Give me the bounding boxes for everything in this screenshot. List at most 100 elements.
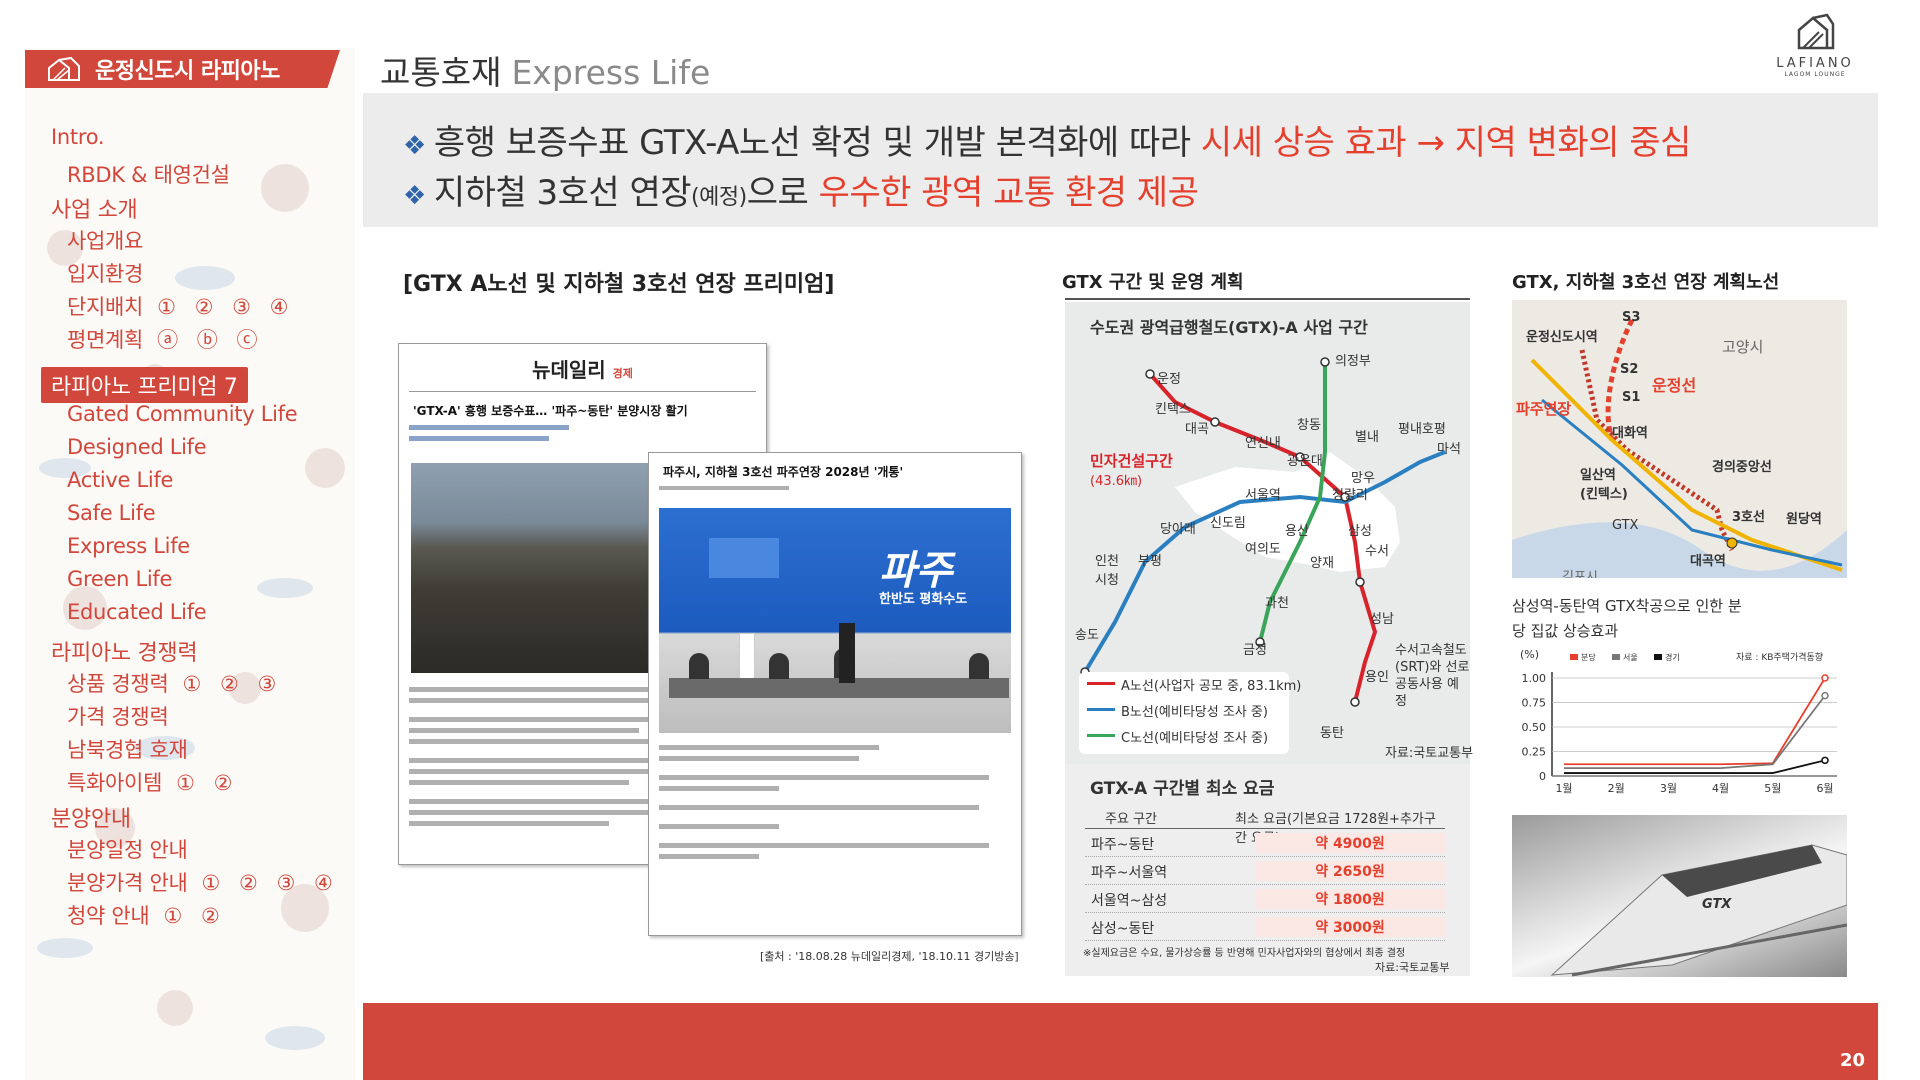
chart-point — [1821, 674, 1829, 682]
chart-y-tick-label: 0.50 — [1522, 721, 1547, 734]
nav-special-pages[interactable]: ① ② — [176, 771, 238, 795]
price-chart-svg: 1.00 0.75 0.50 0.25 0 1월 2월 3월 4월 5월 6월 분당 서울 경기 — [1522, 652, 1837, 795]
chart-point — [1821, 756, 1829, 765]
chart-legend-swatch — [1612, 654, 1620, 660]
nav-gated-community[interactable]: Gated Community Life — [67, 402, 298, 426]
brand-banner[interactable]: 운정신도시 라피아노 — [25, 50, 340, 88]
nav-designed-life[interactable]: Designed Life — [67, 435, 207, 459]
nav-site-plan[interactable]: 단지배치 ① ② ③ ④ — [67, 291, 294, 321]
headline-highlight-2: 우수한 광역 교통 환경 제공 — [818, 173, 1199, 213]
nav-business-intro[interactable]: 사업 소개 — [51, 192, 138, 224]
nav-price-competitiveness[interactable]: 가격 경쟁력 — [67, 701, 169, 731]
fare-table: GTX-A 구간별 최소 요금 주요 구간 최소 요금(기본요금 1728원+추… — [1065, 764, 1470, 976]
page-title-ko: 교통호재 — [380, 53, 502, 92]
route-plan-map[interactable]: 운정신도시역 S3 S2 S1 운정선 고양시 파주연장 대화역 일산역 (킨텍… — [1512, 300, 1847, 578]
nav-inter-korean[interactable]: 남북경협 호재 — [67, 734, 188, 764]
chart-point — [1821, 691, 1829, 700]
chart-legend-label: 분당 — [1581, 652, 1596, 662]
nav-subscription[interactable]: 청약 안내 ① ② — [67, 900, 226, 930]
train-illustration — [1550, 844, 1847, 977]
train-caption: GTX — [1702, 897, 1732, 912]
nav-sales-price-pages[interactable]: ① ② ③ ④ — [202, 871, 339, 895]
nav-special-items[interactable]: 특화아이템 ① ② — [67, 767, 238, 797]
chart-legend-swatch — [1654, 654, 1662, 660]
chart-legend-label: 서울 — [1623, 653, 1638, 662]
headline-banner: ❖ 흥행 보증수표 GTX-A노선 확정 및 개발 본격화에 따라 시세 상승 효… — [363, 93, 1878, 227]
logo-text: LAFIANO — [1776, 56, 1854, 71]
nav-express-life[interactable]: Express Life — [67, 534, 190, 558]
page-number: 20 — [1840, 1050, 1866, 1071]
chart-legend-label: 경기 — [1665, 652, 1680, 662]
nav-green-life[interactable]: Green Life — [67, 567, 172, 591]
slide-text: 한반도 평화수도 — [879, 592, 968, 607]
fare-row: 삼성~동탄 약 3000원 — [1085, 914, 1445, 941]
briefing-photo: 파주 한반도 평화수도 — [659, 508, 1011, 733]
headline-line-2: ❖ 지하철 3호선 연장(예정)으로 우수한 광역 교통 환경 제공 — [403, 173, 1199, 213]
chart-legend-swatch — [1570, 654, 1578, 660]
nav-subscription-pages[interactable]: ① ② — [163, 904, 225, 928]
legend-c-swatch — [1087, 734, 1115, 737]
nav-active-life[interactable]: Active Life — [67, 468, 173, 492]
legend-b-swatch — [1087, 708, 1115, 711]
chart-x-tick-label: 4월 — [1712, 782, 1729, 795]
fare-row: 서울역~삼성 약 1800원 — [1085, 886, 1445, 913]
newspaper-clipping-2[interactable]: 파주시, 지하철 3호선 파주연장 2028년 '개통' 파주 한반도 평화수도 — [648, 452, 1022, 936]
chart-y-tick-label: 1.00 — [1522, 672, 1547, 685]
nav-rbdk[interactable]: RBDK & 태영건설 — [67, 159, 230, 189]
newspaper-masthead: 뉴데일리 — [532, 358, 606, 382]
fare-title: GTX-A 구간별 최소 요금 — [1090, 779, 1275, 799]
nav-sales-price[interactable]: 분양가격 안내 ① ② ③ ④ — [67, 867, 339, 897]
chart-x-tick-label: 3월 — [1660, 782, 1677, 795]
gtx-train-photo: GTX — [1512, 815, 1847, 977]
headline-highlight-1: 시세 상승 효과 → 지역 변화의 중심 — [1200, 123, 1691, 163]
brand-name: 운정신도시 라피아노 — [95, 59, 280, 84]
page-title-en: Express Life — [511, 53, 711, 92]
nav-floor-plan-pages[interactable]: ⓐ ⓑ ⓒ — [157, 328, 263, 352]
logo-subtext: LAGOM LOUNGE — [1784, 71, 1846, 78]
arrow-bullet-icon: ❖ — [403, 181, 426, 211]
price-chart: 1.00 0.75 0.50 0.25 0 1월 2월 3월 4월 5월 6월 분당 서울 경기 (%) … — [1512, 648, 1847, 808]
nav-premium-7[interactable]: 라피아노 프리미엄 7 — [41, 367, 248, 403]
chart-x-tick-label: 6월 — [1816, 782, 1833, 795]
legend-b: B노선(예비타당성 조사 중) — [1121, 705, 1268, 720]
house-logo-icon — [48, 56, 80, 81]
nav-location[interactable]: 입지환경 — [67, 258, 143, 288]
nav-product-competitiveness[interactable]: 상품 경쟁력 ① ② ③ — [67, 668, 282, 698]
page-title: 교통호재 Express Life — [380, 46, 710, 94]
nav-intro[interactable]: Intro. — [51, 125, 105, 149]
nav-site-plan-pages[interactable]: ① ② ③ ④ — [157, 295, 294, 319]
nav-competitiveness[interactable]: 라피아노 경쟁력 — [51, 635, 198, 667]
sidebar: 운정신도시 라피아노 Intro. RBDK & 태영건설 사업 소개 사업개요… — [25, 48, 355, 1080]
private-section-label: 민자건설구간 — [1090, 452, 1173, 470]
nav-overview[interactable]: 사업개요 — [67, 225, 143, 255]
srt-note: 수서고속철도 (SRT)와 선로 공동사용 예정 — [1395, 643, 1470, 709]
fare-header-row: 주요 구간 최소 요금(기본요금 1728원+추가구간 요금) — [1085, 804, 1445, 846]
map-source: 자료:국토교통부 — [1385, 746, 1474, 761]
chart-title: 삼성역-동탄역 GTX착공으로 인한 분당 집값 상승효과 — [1512, 597, 1742, 640]
legend-c: C노선(예비타당성 조사 중) — [1121, 731, 1269, 746]
chart-x-tick-label: 2월 — [1608, 782, 1625, 795]
news-source: [출처 : '18.08.28 뉴데일리경제, '18.10.11 경기방송] — [760, 950, 1019, 963]
nav-floor-plan[interactable]: 평면계획 ⓐ ⓑ ⓒ — [67, 324, 263, 354]
chart-series-line — [1564, 759, 1826, 774]
legend-a: A노선(사업자 공모 중, 83.1km) — [1121, 679, 1302, 694]
nav-sales-info[interactable]: 분양안내 — [51, 801, 131, 833]
chart-x-tick-label: 1월 — [1555, 782, 1572, 795]
nav-educated-life[interactable]: Educated Life — [67, 600, 207, 624]
chart-x-tick-label: 5월 — [1764, 782, 1781, 795]
lafiano-logo-icon — [1797, 13, 1835, 50]
nav-product-pages[interactable]: ① ② ③ — [182, 672, 282, 696]
chart-y-tick-label: 0.75 — [1522, 697, 1547, 710]
lafiano-logo: LAFIANO LAGOM LOUNGE — [1770, 12, 1860, 92]
nav-sales-schedule[interactable]: 분양일정 안내 — [67, 834, 188, 864]
arrow-bullet-icon: ❖ — [403, 131, 426, 161]
gtx-route-map[interactable]: 수도권 광역급행철도(GTX)-A 사업 구간 운정 킨텍스 대곡 연신내 서울… — [1065, 302, 1474, 764]
chart-ylabel: (%) — [1520, 648, 1540, 661]
section-divider — [1065, 298, 1470, 300]
legend-a-swatch — [1087, 682, 1115, 685]
nav-safe-life[interactable]: Safe Life — [67, 501, 156, 525]
chart-y-tick-label: 0 — [1539, 770, 1546, 783]
footer-bar — [363, 1003, 1878, 1080]
headline-line-1: ❖ 흥행 보증수표 GTX-A노선 확정 및 개발 본격화에 따라 시세 상승 효… — [403, 123, 1691, 163]
chart-source: 자료 : KB주택가격동향 — [1736, 653, 1824, 663]
